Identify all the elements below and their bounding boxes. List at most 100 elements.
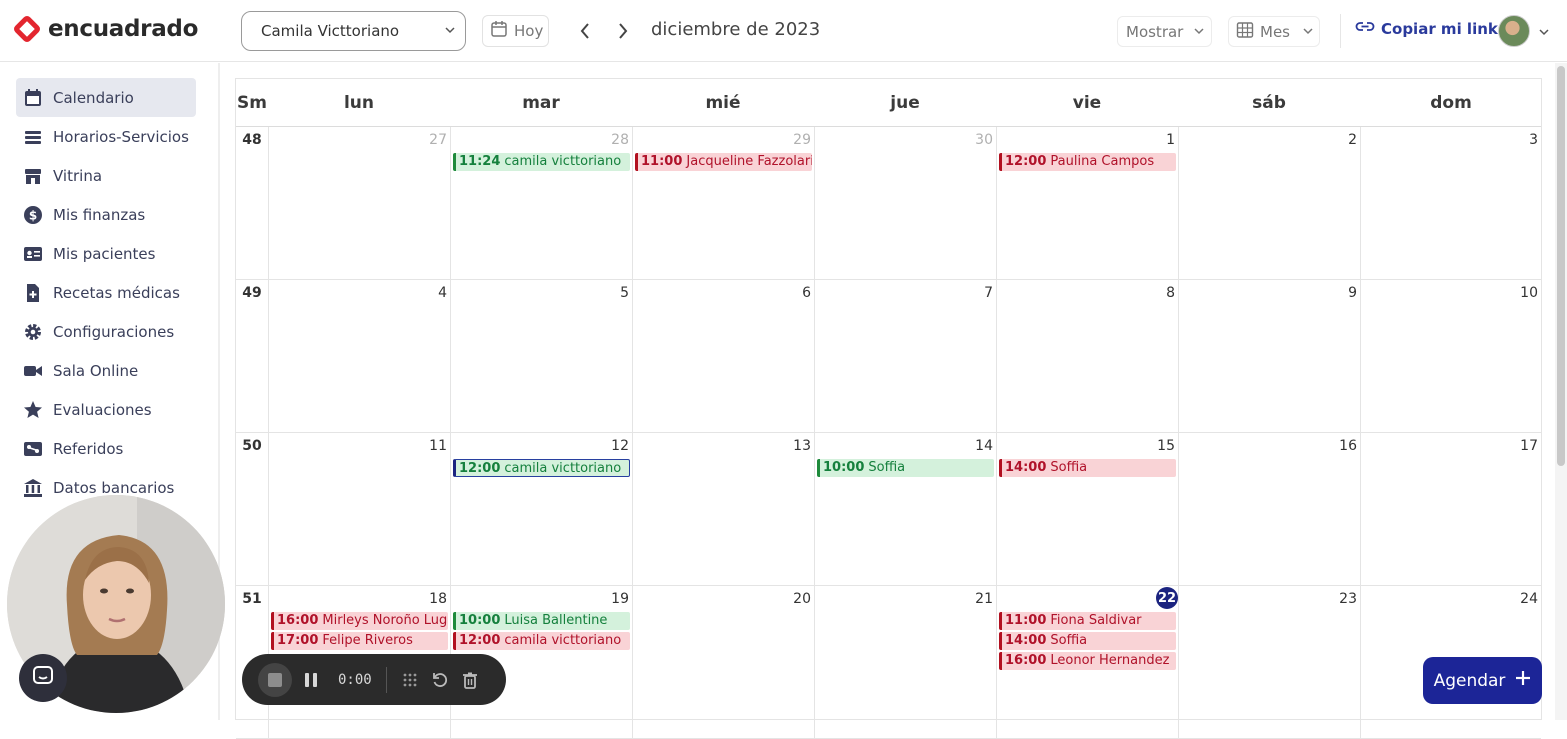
day-cell[interactable]: 8 <box>996 280 1178 433</box>
appointment-event[interactable]: 14:00 Soffia <box>999 632 1176 650</box>
appointment-event[interactable]: 16:00 Mirleys Noroño Lugo <box>271 612 448 630</box>
appointment-event[interactable]: 11:24 camila victtoriano <box>453 153 630 171</box>
calendar-week-row: 50 11 12 12:00 camila victtoriano 13 14 10:00 So… <box>236 433 1541 586</box>
week-number: 48 <box>242 132 262 148</box>
sidebar-item-mis-finanzas[interactable]: $ Mis finanzas <box>16 195 196 234</box>
day-cell[interactable]: 27 <box>268 127 450 280</box>
today-date-number: 22 <box>1156 587 1178 609</box>
week-number: 51 <box>242 591 262 607</box>
date-number: 10 <box>1520 285 1538 301</box>
bank-icon <box>23 478 43 498</box>
professional-select[interactable]: Camila Victtoriano <box>241 11 466 51</box>
calendar-week-row: 48 27 28 11:24 camila victtoriano 29 11:00 Jacq… <box>236 127 1541 280</box>
recording-timer: 0:00 <box>338 671 372 688</box>
day-cell[interactable]: 7 <box>814 280 996 433</box>
day-cell[interactable]: 2 <box>1178 127 1360 280</box>
copy-link-label: Copiar mi link <box>1381 20 1498 38</box>
view-mode-dropdown[interactable]: Mes <box>1228 16 1320 47</box>
day-cell[interactable]: 20 <box>632 586 814 739</box>
sidebar-item-evaluaciones[interactable]: Evaluaciones <box>16 390 196 429</box>
chevron-down-icon <box>443 23 457 41</box>
appointment-event[interactable]: 11:00 Jacqueline Fazzolari <box>635 153 812 171</box>
day-cell[interactable]: 5 <box>450 280 632 433</box>
weekday-label: mié <box>705 93 741 113</box>
event-patient-name: Soffia <box>868 460 906 475</box>
copy-my-link-button[interactable]: Copiar mi link <box>1355 20 1498 38</box>
day-cell[interactable]: 4 <box>268 280 450 433</box>
appointment-event[interactable]: 17:00 Felipe Riveros <box>271 632 448 650</box>
date-number: 2 <box>1348 132 1357 148</box>
day-cell[interactable]: 10 <box>1360 280 1541 433</box>
day-cell[interactable]: 22 11:00 Fiona Saldivar 14:00 Soffia 16:00 Leo… <box>996 586 1178 739</box>
chat-launcher-button[interactable] <box>19 654 67 702</box>
delete-recording-button[interactable] <box>461 671 479 689</box>
appointment-event[interactable]: 12:00 Paulina Campos <box>999 153 1176 171</box>
user-avatar[interactable] <box>1498 15 1530 47</box>
day-cell[interactable]: 12 12:00 camila victtoriano <box>450 433 632 586</box>
event-time: 10:00 <box>459 613 501 628</box>
event-patient-name: Paulina Campos <box>1050 154 1155 169</box>
day-cell[interactable]: 13 <box>632 433 814 586</box>
storefront-icon <box>23 166 43 186</box>
month-calendar: Sm lun mar mié jue vie sáb dom 48 27 28 11:24 cami… <box>235 78 1542 739</box>
day-cell[interactable]: 14 10:00 Soffia <box>814 433 996 586</box>
brand-name: encuadrado <box>48 16 199 42</box>
month-title: diciembre de 2023 <box>651 19 821 40</box>
day-cell[interactable]: 29 11:00 Jacqueline Fazzolari <box>632 127 814 280</box>
brand-logo[interactable]: encuadrado <box>14 16 198 42</box>
chevron-down-icon[interactable] <box>1537 24 1551 43</box>
event-time: 14:00 <box>1005 460 1047 475</box>
scrollbar-thumb[interactable] <box>1557 66 1565 466</box>
appointment-event[interactable]: 12:00 camila victtoriano <box>453 632 630 650</box>
stop-recording-button[interactable] <box>258 662 292 697</box>
day-cell[interactable]: 3 <box>1360 127 1541 280</box>
restart-icon <box>432 672 447 687</box>
schedule-button[interactable]: Agendar <box>1423 657 1542 704</box>
event-patient-name: Soffia <box>1050 633 1088 648</box>
today-button[interactable]: Hoy <box>482 15 549 47</box>
plus-icon <box>1515 670 1531 691</box>
day-cell[interactable]: 6 <box>632 280 814 433</box>
sidebar-item-sala-online[interactable]: Sala Online <box>16 351 196 390</box>
sidebar-item-referidos[interactable]: Referidos <box>16 429 196 468</box>
event-time: 16:00 <box>277 613 319 628</box>
appointment-event[interactable]: 10:00 Soffia <box>817 459 994 477</box>
sidebar-item-calendario[interactable]: Calendario <box>16 78 196 117</box>
sidebar-item-recetas-medicas[interactable]: Recetas médicas <box>16 273 196 312</box>
appointment-event[interactable]: 16:00 Leonor Hernandez <box>999 652 1176 670</box>
next-month-button[interactable] <box>612 20 634 42</box>
day-cell[interactable]: 1 12:00 Paulina Campos <box>996 127 1178 280</box>
day-cell[interactable]: 23 <box>1178 586 1360 739</box>
schedule-label: Agendar <box>1433 670 1506 691</box>
day-cell[interactable]: 21 <box>814 586 996 739</box>
date-number: 9 <box>1348 285 1357 301</box>
show-filter-dropdown[interactable]: Mostrar <box>1117 16 1212 47</box>
day-cell[interactable]: 9 <box>1178 280 1360 433</box>
sidebar-item-configuraciones[interactable]: Configuraciones <box>16 312 196 351</box>
appointment-event[interactable]: 12:00 camila victtoriano <box>453 459 630 477</box>
sidebar-item-label: Mis finanzas <box>53 205 146 224</box>
sidebar-item-vitrina[interactable]: Vitrina <box>16 156 196 195</box>
appointment-event[interactable]: 10:00 Luisa Ballentine <box>453 612 630 630</box>
day-cell[interactable]: 28 11:24 camila victtoriano <box>450 127 632 280</box>
drag-handle-button[interactable] <box>401 671 419 689</box>
view-mode-label: Mes <box>1260 22 1290 41</box>
sidebar-item-mis-pacientes[interactable]: Mis pacientes <box>16 234 196 273</box>
appointment-event[interactable]: 14:00 Soffia <box>999 459 1176 477</box>
weekday-label: mar <box>522 93 560 113</box>
day-cell[interactable]: 16 <box>1178 433 1360 586</box>
restart-button[interactable] <box>431 671 449 689</box>
prev-month-button[interactable] <box>574 20 596 42</box>
day-cell[interactable]: 15 14:00 Soffia <box>996 433 1178 586</box>
sidebar-item-label: Mis pacientes <box>53 244 156 263</box>
date-number: 28 <box>611 132 629 148</box>
header-divider <box>1340 14 1341 48</box>
pause-button[interactable] <box>304 672 318 688</box>
day-cell[interactable]: 17 <box>1360 433 1541 586</box>
day-cell[interactable]: 30 <box>814 127 996 280</box>
day-cell[interactable]: 11 <box>268 433 450 586</box>
weekday-label: sáb <box>1252 93 1286 113</box>
sidebar-item-horarios-servicios[interactable]: Horarios-Servicios <box>16 117 196 156</box>
appointment-event[interactable]: 11:00 Fiona Saldivar <box>999 612 1176 630</box>
date-number: 19 <box>611 591 629 607</box>
